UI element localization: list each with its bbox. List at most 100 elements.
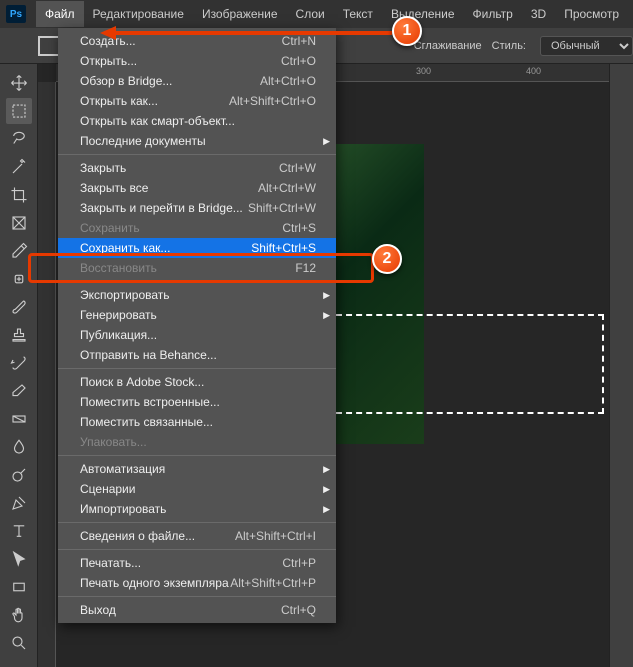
tools-panel bbox=[0, 64, 38, 667]
menu-shortcut: Alt+Shift+Ctrl+I bbox=[235, 529, 316, 543]
menu-item-label: Открыть... bbox=[80, 54, 137, 68]
menu-item[interactable]: Сценарии ▶ bbox=[58, 479, 336, 499]
menu-item[interactable]: Сохранить как... Shift+Ctrl+S bbox=[58, 238, 336, 258]
rectangle-tool-icon[interactable] bbox=[6, 574, 32, 600]
menu-shortcut: Shift+Ctrl+S bbox=[251, 241, 316, 255]
menu-shortcut: F12 bbox=[295, 261, 316, 275]
menu-item[interactable]: Открыть как...Alt+Shift+Ctrl+O bbox=[58, 91, 336, 111]
brush-tool-icon[interactable] bbox=[6, 294, 32, 320]
menu-текст[interactable]: Текст bbox=[334, 1, 382, 27]
dodge-tool-icon[interactable] bbox=[6, 462, 32, 488]
menu-редактирование[interactable]: Редактирование bbox=[84, 1, 193, 27]
menu-item-label: Сведения о файле... bbox=[80, 529, 195, 543]
menu-item[interactable]: Генерировать▶ bbox=[58, 305, 336, 325]
menu-3d[interactable]: 3D bbox=[522, 1, 555, 27]
menu-item[interactable]: Закрыть и перейти в Bridge...Shift+Ctrl+… bbox=[58, 198, 336, 218]
stamp-tool-icon[interactable] bbox=[6, 322, 32, 348]
menu-shortcut: Alt+Shift+Ctrl+P bbox=[230, 576, 316, 590]
menu-item-label: Отправить на Behance... bbox=[80, 348, 217, 362]
menu-изображение[interactable]: Изображение bbox=[193, 1, 287, 27]
menu-separator bbox=[58, 281, 336, 282]
menu-shortcut: Ctrl+N bbox=[282, 34, 316, 48]
zoom-tool-icon[interactable] bbox=[6, 630, 32, 656]
app-logo: Ps bbox=[6, 5, 26, 23]
gradient-tool-icon[interactable] bbox=[6, 406, 32, 432]
menu-файл[interactable]: Файл bbox=[36, 1, 84, 27]
eyedropper-tool-icon[interactable] bbox=[6, 238, 32, 264]
menu-item[interactable]: Публикация... bbox=[58, 325, 336, 345]
menu-shortcut: Shift+Ctrl+W bbox=[248, 201, 316, 215]
menu-shortcut: Ctrl+P bbox=[282, 556, 316, 570]
menu-item-label: Поместить встроенные... bbox=[80, 395, 220, 409]
menu-item-label: Последние документы bbox=[80, 134, 206, 148]
annotation-badge-1: 1 bbox=[392, 16, 422, 46]
menu-item[interactable]: Обзор в Bridge...Alt+Ctrl+O bbox=[58, 71, 336, 91]
submenu-arrow-icon: ▶ bbox=[323, 464, 330, 475]
path-select-tool-icon[interactable] bbox=[6, 546, 32, 572]
menu-separator bbox=[58, 549, 336, 550]
move-tool-icon[interactable] bbox=[6, 70, 32, 96]
eraser-tool-icon[interactable] bbox=[6, 378, 32, 404]
menu-separator bbox=[58, 154, 336, 155]
submenu-arrow-icon: ▶ bbox=[323, 290, 330, 301]
menu-item-label: Печать одного экземпляра bbox=[80, 576, 229, 590]
menu-item[interactable]: Экспортировать ▶ bbox=[58, 285, 336, 305]
menu-separator bbox=[58, 368, 336, 369]
menu-item[interactable]: Создать...Ctrl+N bbox=[58, 31, 336, 51]
menu-item[interactable]: Поместить встроенные... bbox=[58, 392, 336, 412]
ruler-tick: 300 bbox=[416, 66, 431, 76]
crop-tool-icon[interactable] bbox=[6, 182, 32, 208]
lasso-tool-icon[interactable] bbox=[6, 126, 32, 152]
menu-item-label: Упаковать... bbox=[80, 435, 147, 449]
menu-слои[interactable]: Слои bbox=[287, 1, 334, 27]
submenu-arrow-icon: ▶ bbox=[323, 136, 330, 147]
menu-item-label: Экспортировать bbox=[80, 288, 170, 302]
submenu-arrow-icon: ▶ bbox=[323, 504, 330, 515]
menu-item[interactable]: Печатать... Ctrl+P bbox=[58, 553, 336, 573]
menu-item-label: Сохранить bbox=[80, 221, 140, 235]
menu-item[interactable]: Печать одного экземпляраAlt+Shift+Ctrl+P bbox=[58, 573, 336, 593]
menu-item-label: Сохранить как... bbox=[80, 241, 170, 255]
frame-tool-icon[interactable] bbox=[6, 210, 32, 236]
menu-item: СохранитьCtrl+S bbox=[58, 218, 336, 238]
marquee-tool-icon[interactable] bbox=[6, 98, 32, 124]
menu-item-label: Импортировать bbox=[80, 502, 166, 516]
type-tool-icon[interactable] bbox=[6, 518, 32, 544]
menu-item[interactable]: Открыть как смарт-объект... bbox=[58, 111, 336, 131]
menu-item[interactable]: Закрыть всеAlt+Ctrl+W bbox=[58, 178, 336, 198]
menu-item[interactable]: Открыть... Ctrl+O bbox=[58, 51, 336, 71]
ruler-vertical bbox=[38, 82, 56, 667]
menu-item[interactable]: Поиск в Adobe Stock... bbox=[58, 372, 336, 392]
menu-просмотр[interactable]: Просмотр bbox=[555, 1, 628, 27]
pen-tool-icon[interactable] bbox=[6, 490, 32, 516]
menu-item[interactable]: Поместить связанные... bbox=[58, 412, 336, 432]
menu-item-label: Открыть как смарт-объект... bbox=[80, 114, 235, 128]
hand-tool-icon[interactable] bbox=[6, 602, 32, 628]
menu-item-label: Сценарии bbox=[80, 482, 135, 496]
menu-item: Восстановить F12 bbox=[58, 258, 336, 278]
healing-tool-icon[interactable] bbox=[6, 266, 32, 292]
menu-separator bbox=[58, 596, 336, 597]
blur-tool-icon[interactable] bbox=[6, 434, 32, 460]
magic-wand-tool-icon[interactable] bbox=[6, 154, 32, 180]
history-brush-tool-icon[interactable] bbox=[6, 350, 32, 376]
menu-фильтр[interactable]: Фильтр bbox=[464, 1, 522, 27]
menu-shortcut: Alt+Ctrl+O bbox=[260, 74, 316, 88]
menu-item-label: Автоматизация bbox=[80, 462, 165, 476]
style-select[interactable]: Обычный bbox=[540, 36, 633, 56]
menu-item[interactable]: Последние документы ▶ bbox=[58, 131, 336, 151]
menu-item[interactable]: ВыходCtrl+Q bbox=[58, 600, 336, 620]
menu-item-label: Открыть как... bbox=[80, 94, 158, 108]
menu-shortcut: Ctrl+W bbox=[279, 161, 316, 175]
menu-item[interactable]: ЗакрытьCtrl+W bbox=[58, 158, 336, 178]
menu-item: Упаковать... bbox=[58, 432, 336, 452]
submenu-arrow-icon: ▶ bbox=[323, 484, 330, 495]
menu-item[interactable]: Отправить на Behance... bbox=[58, 345, 336, 365]
menu-item[interactable]: Импортировать ▶ bbox=[58, 499, 336, 519]
menu-item-label: Восстановить bbox=[80, 261, 157, 275]
menu-item-label: Печатать... bbox=[80, 556, 141, 570]
menu-item[interactable]: Автоматизация ▶ bbox=[58, 459, 336, 479]
menu-shortcut: Ctrl+O bbox=[281, 54, 316, 68]
menu-item[interactable]: Сведения о файле... Alt+Shift+Ctrl+I bbox=[58, 526, 336, 546]
menu-item-label: Генерировать bbox=[80, 308, 157, 322]
